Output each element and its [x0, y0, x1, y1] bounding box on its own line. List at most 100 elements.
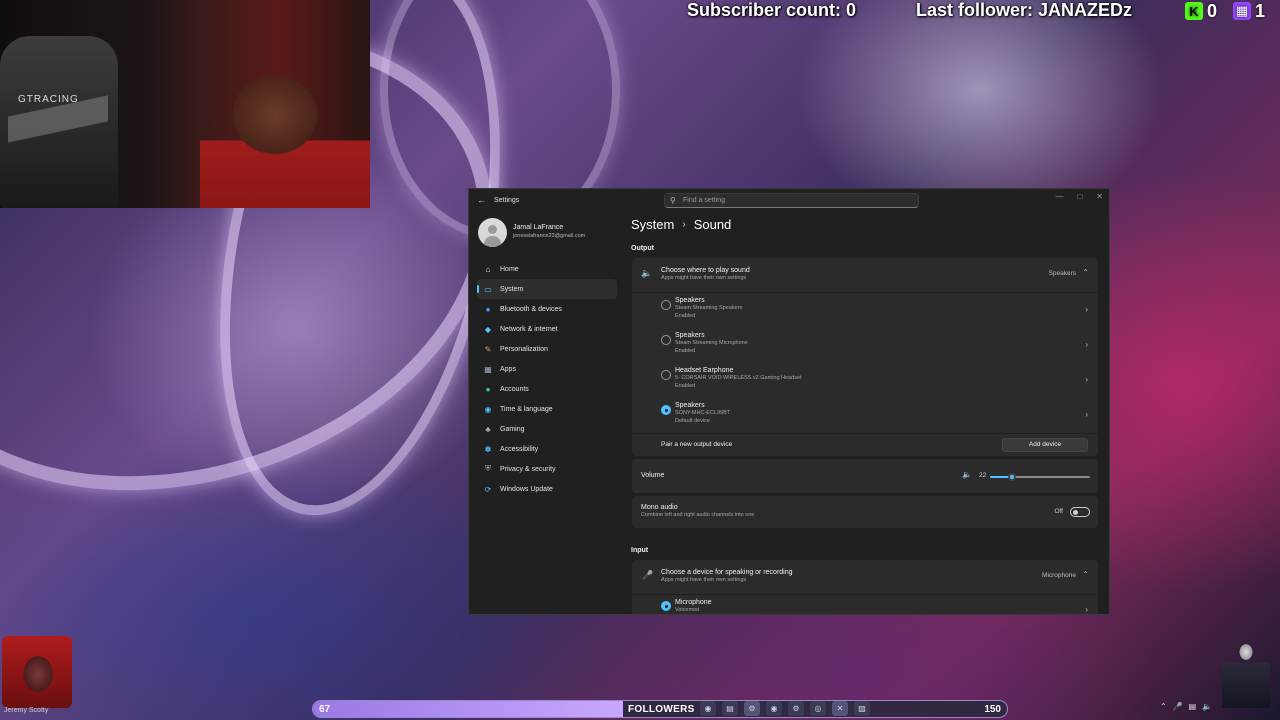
breadcrumb-parent[interactable]: System	[631, 217, 674, 232]
update-icon: ⟳	[484, 484, 492, 494]
volume-slider-thumb[interactable]	[1008, 473, 1016, 481]
sidebar-item-windows-update[interactable]: ⟳ Windows Update	[477, 479, 617, 499]
taskbar-icons: ◉ ▤ ⚙ ◉ ⚙ ◎ ✕ ▨	[700, 701, 870, 716]
close-icon[interactable]: ✕	[1096, 192, 1103, 201]
sidebar-item-bluetooth[interactable]: ● Bluetooth & devices	[477, 299, 617, 319]
xbox-icon[interactable]: ✕	[832, 701, 848, 716]
chevron-right-icon[interactable]: ›	[1085, 340, 1088, 349]
sidebar-item-label: Windows Update	[500, 485, 553, 493]
output-device-row[interactable]: Speakers SONY-MHC-ECL99BT Default device…	[632, 398, 1098, 433]
speaker-icon[interactable]: 🔈	[1202, 702, 1212, 711]
chevron-right-icon[interactable]: ›	[1085, 605, 1088, 614]
radio-button[interactable]	[661, 335, 671, 345]
chevron-up-icon[interactable]: ⌃	[1160, 702, 1167, 711]
chrome-icon[interactable]: ◎	[810, 701, 826, 716]
output-device-row[interactable]: Headset Earphone 5- CORSAIR VOID WIRELES…	[632, 363, 1098, 398]
webcam-feed: GTRACING	[0, 0, 370, 208]
sidebar-item-network[interactable]: ◆ Network & internet	[477, 319, 617, 339]
output-device-row[interactable]: Speakers Steam Streaming Microphone Enab…	[632, 328, 1098, 363]
sidebar-item-apps[interactable]: ▦ Apps	[477, 359, 617, 379]
streamer	[200, 70, 370, 208]
system-tray: ⌃ 🎤 ▤ 🔈	[1160, 702, 1212, 711]
avatar	[478, 218, 507, 247]
network-icon: ◆	[484, 324, 492, 334]
sidebar-item-accessibility[interactable]: ✽ Accessibility	[477, 439, 617, 459]
mono-audio-toggle[interactable]	[1070, 507, 1090, 517]
mono-audio-card: Mono audio Combine left and right audio …	[632, 496, 1098, 528]
minimize-icon[interactable]: —	[1055, 192, 1063, 201]
sidebar-item-label: System	[500, 285, 524, 293]
device-status: Enabled	[675, 383, 696, 389]
steam-icon[interactable]: ⚙	[744, 701, 760, 716]
settings-gear-icon[interactable]: ⚙	[788, 701, 804, 716]
mono-audio-state: Off	[1054, 508, 1063, 515]
sidebar-item-accounts[interactable]: ● Accounts	[477, 379, 617, 399]
twitch-badge: ▦ 1	[1233, 0, 1265, 22]
gaming-icon: ♣	[485, 424, 491, 434]
radio-button-selected[interactable]	[661, 405, 671, 415]
discord-icon[interactable]: ▨	[854, 701, 870, 716]
terminal-icon[interactable]: ▤	[722, 701, 738, 716]
page-title: Sound	[693, 217, 732, 232]
radio-button[interactable]	[661, 300, 671, 310]
settings-window: ← Settings ⚲ Find a setting — □ ✕ Jamal …	[468, 188, 1110, 615]
sidebar-item-home[interactable]: ⌂ Home	[477, 259, 617, 279]
device-status: Enabled	[675, 348, 696, 354]
kick-count: 0	[1207, 0, 1218, 21]
microphone-icon[interactable]: 🎤	[1173, 702, 1183, 711]
speaker-icon: 🔈	[641, 268, 653, 278]
volume-card: Volume 🔈 22	[632, 459, 1098, 493]
selected-input: Microphone	[1042, 572, 1076, 579]
sidebar-item-system[interactable]: ▭ System	[477, 279, 617, 299]
chevron-right-icon[interactable]: ›	[1085, 410, 1088, 419]
subscriber-count: Subscriber count: 0	[687, 0, 857, 20]
add-device-button[interactable]: Add device	[1002, 438, 1088, 452]
maximize-icon[interactable]: □	[1077, 192, 1082, 201]
volume-slider[interactable]	[990, 473, 1090, 481]
choose-output-row[interactable]: 🔈 Choose where to play sound Apps might …	[632, 258, 1098, 292]
sidebar-item-personalization[interactable]: ✎ Personalization	[477, 339, 617, 359]
chevron-up-icon[interactable]: ⌃	[1082, 268, 1089, 277]
network-icon[interactable]: ▤	[1189, 702, 1197, 711]
accessibility-icon: ✽	[484, 444, 492, 454]
input-device-row[interactable]: Microphone Voicemod ›	[632, 595, 1098, 614]
window-title: Settings	[494, 197, 520, 204]
output-device-row[interactable]: Speakers Steam Streaming Speakers Enable…	[632, 293, 1098, 328]
sidebar-item-label: Network & internet	[500, 325, 558, 333]
device-detail: Steam Streaming Speakers	[675, 305, 743, 311]
volume-icon[interactable]: 🔈	[962, 470, 972, 479]
output-heading: Output	[631, 245, 654, 252]
twitch-icon: ▦	[1233, 2, 1251, 20]
kick-icon: K	[1185, 2, 1203, 20]
choose-input-title: Choose a device for speaking or recordin…	[661, 569, 793, 576]
device-status: Enabled	[675, 313, 696, 319]
streamer-avatar	[2, 636, 72, 708]
apps-icon: ▦	[484, 364, 492, 374]
radio-button-selected[interactable]	[661, 601, 671, 611]
chevron-up-icon[interactable]: ⌃	[1082, 570, 1089, 579]
device-name: Microphone	[675, 599, 712, 606]
back-arrow-icon[interactable]: ←	[477, 195, 486, 205]
device-detail: 5- CORSAIR VOID WIRELESS v2 Gaming Heads…	[675, 375, 802, 381]
choose-input-row[interactable]: 🎤 Choose a device for speaking or record…	[632, 560, 1098, 594]
avatar-caption: Jeremy Scotty	[4, 707, 49, 714]
brush-icon: ✎	[484, 344, 492, 354]
chevron-right-icon[interactable]: ›	[1085, 305, 1088, 314]
radio-button[interactable]	[661, 370, 671, 380]
sidebar-item-privacy[interactable]: ⛨ Privacy & security	[477, 459, 617, 479]
choose-input-subtitle: Apps might have their own settings	[661, 577, 747, 583]
globe-icon[interactable]: ◉	[700, 701, 716, 716]
chevron-right-icon[interactable]: ›	[1085, 375, 1088, 384]
device-name: Speakers	[675, 297, 705, 304]
sidebar-item-gaming[interactable]: ♣ Gaming	[477, 419, 617, 439]
bluetooth-icon: ●	[485, 304, 491, 314]
system-icon: ▭	[484, 284, 492, 294]
obs-icon[interactable]: ◉	[766, 701, 782, 716]
sidebar-item-time-language[interactable]: ◉ Time & language	[477, 399, 617, 419]
sidebar-item-label: Bluetooth & devices	[500, 305, 562, 313]
input-heading: Input	[631, 547, 649, 554]
search-input[interactable]: ⚲ Find a setting	[664, 193, 919, 208]
volume-label: Volume	[641, 472, 665, 479]
character-figure	[1222, 638, 1270, 708]
mono-audio-subtitle: Combine left and right audio channels in…	[641, 512, 755, 518]
